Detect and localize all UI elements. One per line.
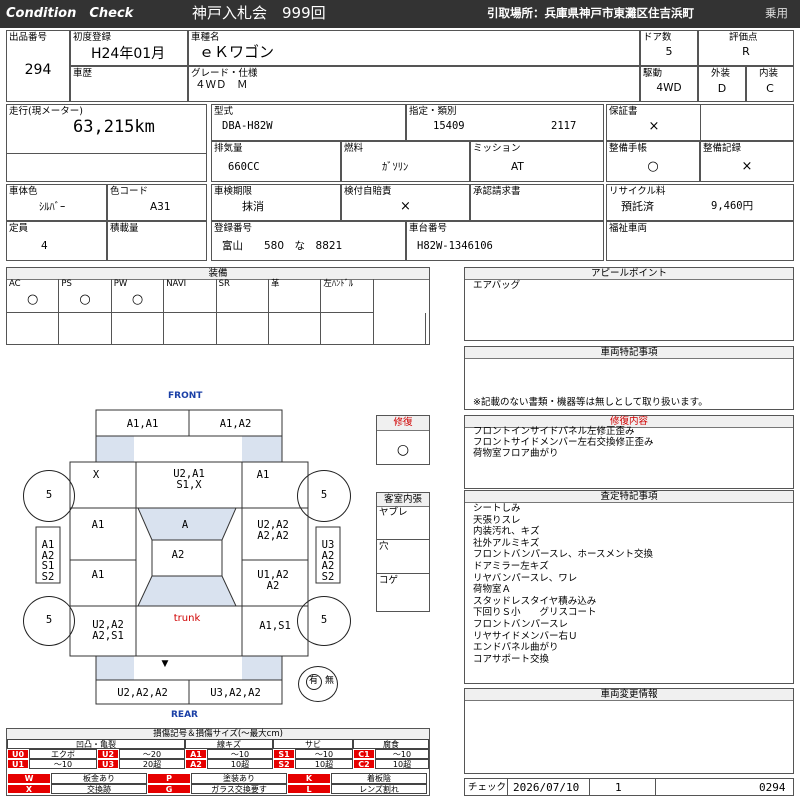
legend-mark-text: 着板陰 (331, 773, 427, 784)
condition-check-sheet: Condition Check 神戸入札会 999回 引取場所：兵庫県神戸市東灘… (0, 0, 800, 800)
roof-panel: A2 (171, 549, 185, 561)
trunk-label: trunk (173, 613, 201, 624)
legend-group-header: 線キズ (185, 739, 273, 749)
side-sill-left: A1 A2 S1 S2 (41, 539, 55, 583)
fender-front-left: X (92, 469, 100, 481)
legend-text: 10超 (207, 759, 273, 769)
hood-panel: U2,A1 S1,X (173, 468, 205, 491)
legend-code: U3 (97, 759, 119, 769)
spare-tire-have: 有 (309, 676, 319, 686)
door-rear-right: U1,A2 A2 (257, 569, 289, 592)
door-front-right: U2,A2 A2,A2 (257, 519, 289, 542)
legend-mark-text: ガラス交換要す (191, 783, 287, 794)
wheel-front-right-value: 5 (320, 489, 328, 501)
wheel-rear-left-value: 5 (45, 614, 53, 626)
legend-text: 〜20 (119, 749, 185, 759)
legend-text: 10超 (295, 759, 353, 769)
legend-code: U1 (7, 759, 29, 769)
legend-code: U2 (97, 749, 119, 759)
quarter-rear-right: A1,S1 (259, 620, 291, 632)
legend-mark-code: K (287, 773, 331, 784)
legend-code: S2 (273, 759, 295, 769)
damage-legend: 損傷記号＆損傷サイズ(〜最大cm) 凹凸・亀裂 線キズ サビ 腐食 U0 エクボ U2 〜20… (6, 728, 430, 796)
legend-text: 〜10 (295, 749, 353, 759)
legend-mark-text: レンズ割れ (331, 783, 427, 794)
legend-code: U0 (7, 749, 29, 759)
legend-mark-text: 塗装あり (191, 773, 287, 784)
legend-mark-code: L (287, 783, 331, 794)
fender-front-right: A1 (256, 469, 270, 481)
legend-code: A2 (185, 759, 207, 769)
legend-mark-code: P (147, 773, 191, 784)
legend-text: 〜10 (29, 759, 97, 769)
legend-mark-text: 交換跡 (51, 783, 147, 794)
rear-bumper-mark: ▼ (161, 659, 169, 669)
front-panel-right: A1,A2 (219, 418, 252, 430)
legend-code: C1 (353, 749, 375, 759)
wheel-front-left-value: 5 (45, 489, 53, 501)
legend-text: 〜10 (207, 749, 273, 759)
legend-code: A1 (185, 749, 207, 759)
legend-mark-text: 板金あり (51, 773, 147, 784)
legend-mark-code: X (7, 783, 51, 794)
door-front-left: A1 (91, 519, 105, 531)
legend-group-header: 腐食 (353, 739, 429, 749)
legend-code: C2 (353, 759, 375, 769)
legend-text: 10超 (375, 759, 429, 769)
legend-code: S1 (273, 749, 295, 759)
legend-group-header: サビ (273, 739, 353, 749)
door-rear-left: A1 (91, 569, 105, 581)
legend-text: 20超 (119, 759, 185, 769)
legend-mark-code: W (7, 773, 51, 784)
legend-text: 〜10 (375, 749, 429, 759)
rear-panel-right: U3,A2,A2 (210, 687, 261, 699)
legend-mark-code: G (147, 783, 191, 794)
legend-text: エクボ (29, 749, 97, 759)
car-diagram-lines (35, 409, 341, 705)
side-sill-right: U3 A2 A2 S2 (321, 539, 335, 583)
quarter-rear-left: U2,A2 A2,S1 (92, 619, 124, 642)
spare-tire-none: 無 (325, 676, 335, 686)
windshield-panel: A (181, 519, 189, 531)
legend-group-header: 凹凸・亀裂 (7, 739, 185, 749)
front-panel-left: A1,A1 (126, 418, 159, 430)
rear-panel-left: U2,A2,A2 (117, 687, 168, 699)
